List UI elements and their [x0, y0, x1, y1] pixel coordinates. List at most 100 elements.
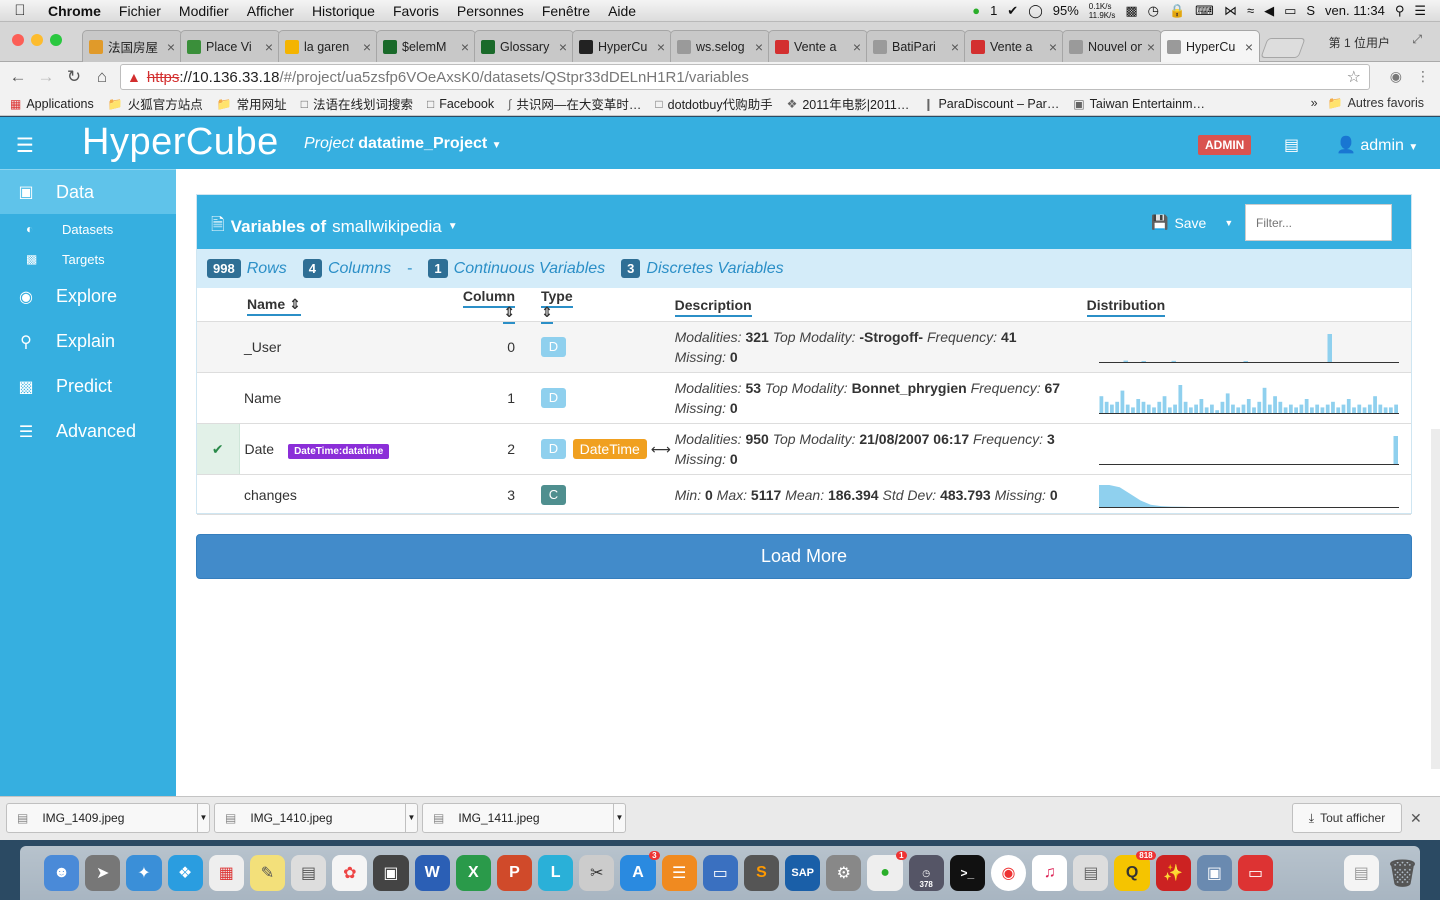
download-options-icon[interactable]: ▼	[197, 804, 209, 832]
sap-icon[interactable]: SAP	[785, 855, 821, 891]
menu-chrome[interactable]: Chrome	[40, 3, 111, 19]
clock[interactable]: ven. 11:34	[1325, 3, 1385, 18]
word-icon[interactable]: W	[414, 855, 450, 891]
sidebar-item-explain[interactable]: ⚲ Explain	[0, 319, 176, 364]
variable-name[interactable]: Date	[245, 441, 275, 457]
sidebar-item-advanced[interactable]: ☰ Advanced	[0, 409, 176, 454]
browser-tab[interactable]: ws.selog ×	[670, 30, 770, 62]
browser-tab[interactable]: Vente a ×	[964, 30, 1064, 62]
variable-name[interactable]: changes	[244, 487, 297, 503]
check-status-icon[interactable]: ✔	[1007, 3, 1018, 19]
table-row[interactable]: _User 0 D Modalities: 321 Top Modality: -St…	[197, 321, 1411, 373]
image-capture-icon[interactable]: ▣	[1196, 855, 1232, 891]
virtual-machine-icon[interactable]: ▭	[702, 855, 738, 891]
browser-tab[interactable]: BatiPari ×	[866, 30, 966, 62]
datetime-type-badge[interactable]: DateTime	[572, 439, 647, 459]
page-scrollbar[interactable]	[1431, 429, 1440, 769]
insecure-warning-icon[interactable]: ▲	[127, 69, 141, 85]
hamburger-menu-icon[interactable]: ☰	[16, 133, 34, 158]
keyboard-icon[interactable]: ⌨	[1195, 3, 1214, 19]
row-select-cell[interactable]	[197, 474, 239, 515]
close-tab-icon[interactable]: ×	[657, 39, 665, 55]
type-badge[interactable]: C	[541, 484, 566, 505]
column-sort[interactable]: Column ⇕	[462, 288, 515, 324]
brand-logo[interactable]: HyperCube	[82, 121, 279, 164]
apple-menu-icon[interactable]: 	[0, 2, 40, 19]
download-options-icon[interactable]: ▼	[613, 804, 625, 832]
bookmark-item[interactable]: □ dotdotbuy代购助手	[655, 94, 772, 113]
ibooks-icon[interactable]: ☰	[661, 855, 697, 891]
sync-icon[interactable]: ◯	[1028, 3, 1043, 19]
bookmark-item[interactable]: 📁 常用网址	[217, 94, 287, 113]
calendar-clock-icon[interactable]: ◷ 378	[908, 855, 944, 891]
sidebar-item-datasets[interactable]: ◐ Datasets	[0, 214, 176, 244]
bookmark-item[interactable]: ∫ 共识网—在大变革时…	[508, 94, 641, 113]
filter-input[interactable]	[1245, 204, 1392, 241]
grid-app-icon[interactable]: ▦	[208, 855, 244, 891]
type-badge[interactable]: D	[541, 388, 566, 408]
menu-modifier[interactable]: Modifier	[171, 3, 239, 19]
menu-aide[interactable]: Aide	[600, 3, 646, 19]
terminal-icon[interactable]: >_	[949, 855, 985, 891]
script-editor-icon[interactable]: ✂	[579, 855, 615, 891]
time-machine-icon[interactable]: ◷	[1148, 3, 1159, 19]
wifi-icon[interactable]: ≈	[1247, 3, 1254, 18]
browser-tab[interactable]: Place Vi ×	[180, 30, 280, 62]
powerpoint-icon[interactable]: P	[496, 855, 533, 891]
row-select-cell[interactable]	[197, 372, 239, 424]
close-tab-icon[interactable]: ×	[951, 39, 959, 55]
bookmark-item[interactable]: ❖ 2011年电影|2011…	[787, 94, 910, 113]
acrobat-icon[interactable]: ✨	[1155, 855, 1191, 891]
close-window-icon[interactable]	[12, 34, 24, 46]
download-options-icon[interactable]: ▼	[405, 804, 417, 832]
bookmark-star-icon[interactable]: ☆	[1347, 67, 1361, 87]
preview-icon[interactable]: ▤	[291, 855, 327, 891]
close-tab-icon[interactable]: ×	[461, 39, 469, 55]
project-selector[interactable]: Project datatime_Project ▼	[304, 135, 502, 153]
sublime-text-icon[interactable]: S	[743, 855, 780, 891]
notes-icon[interactable]: ✎	[249, 855, 286, 891]
browser-tab[interactable]: HyperCu ×	[1160, 30, 1260, 62]
itunes-icon[interactable]: ♫	[1032, 855, 1068, 891]
address-bar[interactable]: ▲ https ://10.136.33.18 /#/project/ua5zs…	[120, 64, 1370, 90]
variable-name[interactable]: _User	[244, 339, 281, 355]
sidebar-item-explore[interactable]: ◉ Explore	[0, 274, 176, 319]
minimize-window-icon[interactable]	[31, 34, 43, 46]
close-tab-icon[interactable]: ×	[167, 39, 175, 55]
document-icon[interactable]: ▤	[1343, 855, 1379, 891]
lync-icon[interactable]: L	[538, 855, 574, 891]
qq-icon[interactable]: Q 818	[1114, 851, 1156, 891]
mail-app-icon[interactable]: ✦	[126, 855, 162, 891]
save-button[interactable]: 💾 Save ▼	[1151, 214, 1233, 231]
menu-favoris[interactable]: Favoris	[385, 3, 449, 19]
bookmarks-more[interactable]: »	[1311, 96, 1318, 110]
close-tab-icon[interactable]: ×	[1147, 39, 1155, 55]
bookmark-item[interactable]: 📁 火狐官方站点	[108, 94, 203, 113]
home-icon[interactable]: ⌂	[88, 67, 116, 87]
notification-center-icon[interactable]: ☰	[1414, 3, 1426, 19]
name-col-header[interactable]: Name ⇕	[239, 288, 459, 322]
other-bookmarks[interactable]: 📁 Autres favoris	[1328, 96, 1424, 110]
type-sort[interactable]: Type ⇕	[541, 288, 573, 324]
download-item[interactable]: ▤ IMG_1411.jpeg ▼	[422, 803, 626, 833]
lock-icon[interactable]: 🔒	[1169, 3, 1185, 19]
table-row[interactable]: ✔ Date DateTime:datatime 2 D DateTime ⟷ Modali…	[197, 423, 1411, 475]
menu-fenetre[interactable]: Fenêtre	[534, 3, 600, 19]
chrome-menu-icon[interactable]: ⋮	[1416, 68, 1430, 85]
zoom-window-icon[interactable]	[50, 34, 62, 46]
table-row[interactable]: changes 3 C Min: 0 Max: 5117 Mean: 186.394 …	[197, 474, 1411, 515]
restore-window-icon[interactable]: ⤢	[1412, 32, 1422, 47]
close-tab-icon[interactable]: ×	[853, 39, 861, 55]
system-preferences-icon[interactable]: ⚙	[826, 855, 862, 891]
close-tab-icon[interactable]: ×	[1049, 39, 1057, 55]
browser-tab[interactable]: Vente a ×	[768, 30, 868, 62]
trash-icon[interactable]: 🗑	[1385, 855, 1420, 891]
volume-icon[interactable]: ◀	[1264, 3, 1274, 19]
download-item[interactable]: ▤ IMG_1409.jpeg ▼	[6, 803, 210, 833]
user-menu[interactable]: 👤 admin ▼	[1336, 135, 1418, 155]
row-select-cell[interactable]	[197, 321, 239, 373]
close-tab-icon[interactable]: ×	[755, 39, 763, 55]
extension-icon[interactable]: ◉	[1390, 68, 1402, 85]
type-badge[interactable]: D	[541, 337, 566, 357]
bookmark-item[interactable]: □ 法语在线划词搜索	[301, 94, 413, 113]
